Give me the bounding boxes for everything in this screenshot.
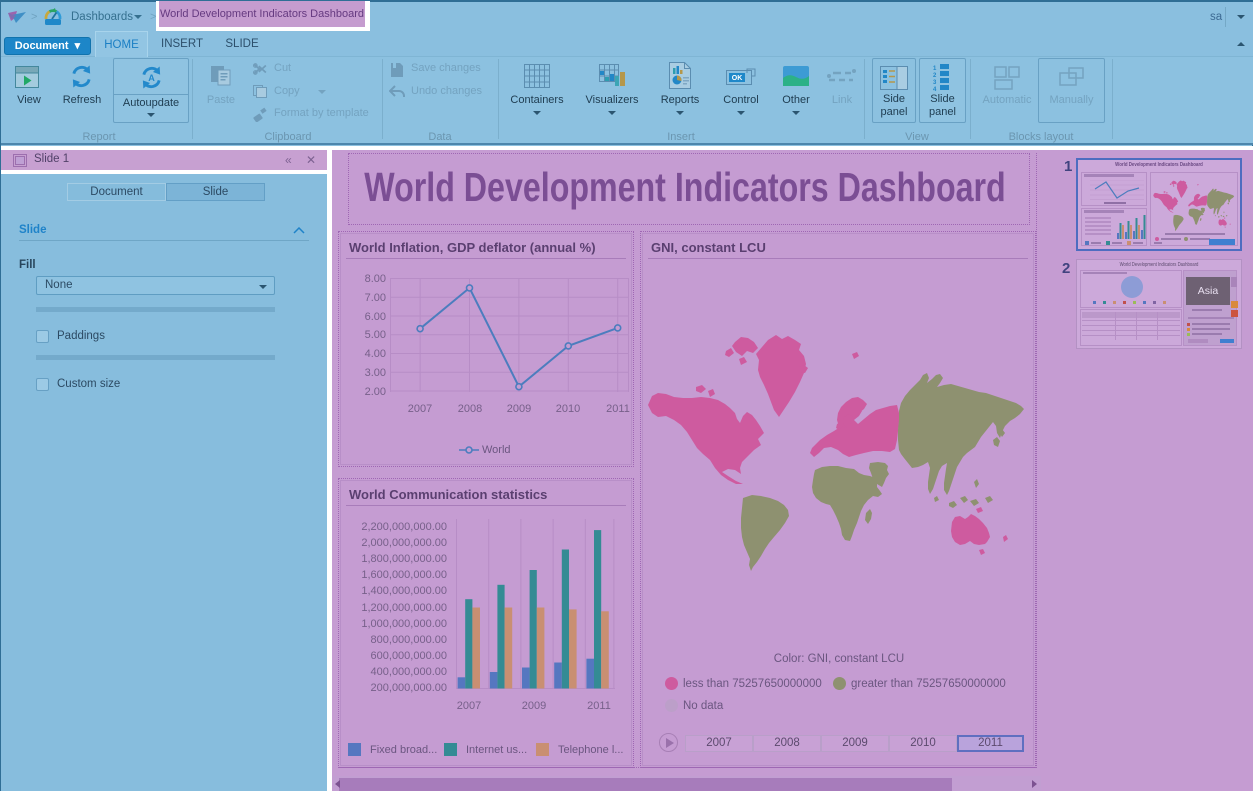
svg-text:1: 1	[933, 66, 937, 72]
svg-text:4: 4	[933, 87, 937, 91]
svg-text:A: A	[148, 73, 155, 83]
svg-text:2: 2	[933, 73, 937, 79]
svg-text:3: 3	[933, 80, 937, 86]
svg-text:OK: OK	[732, 75, 743, 82]
